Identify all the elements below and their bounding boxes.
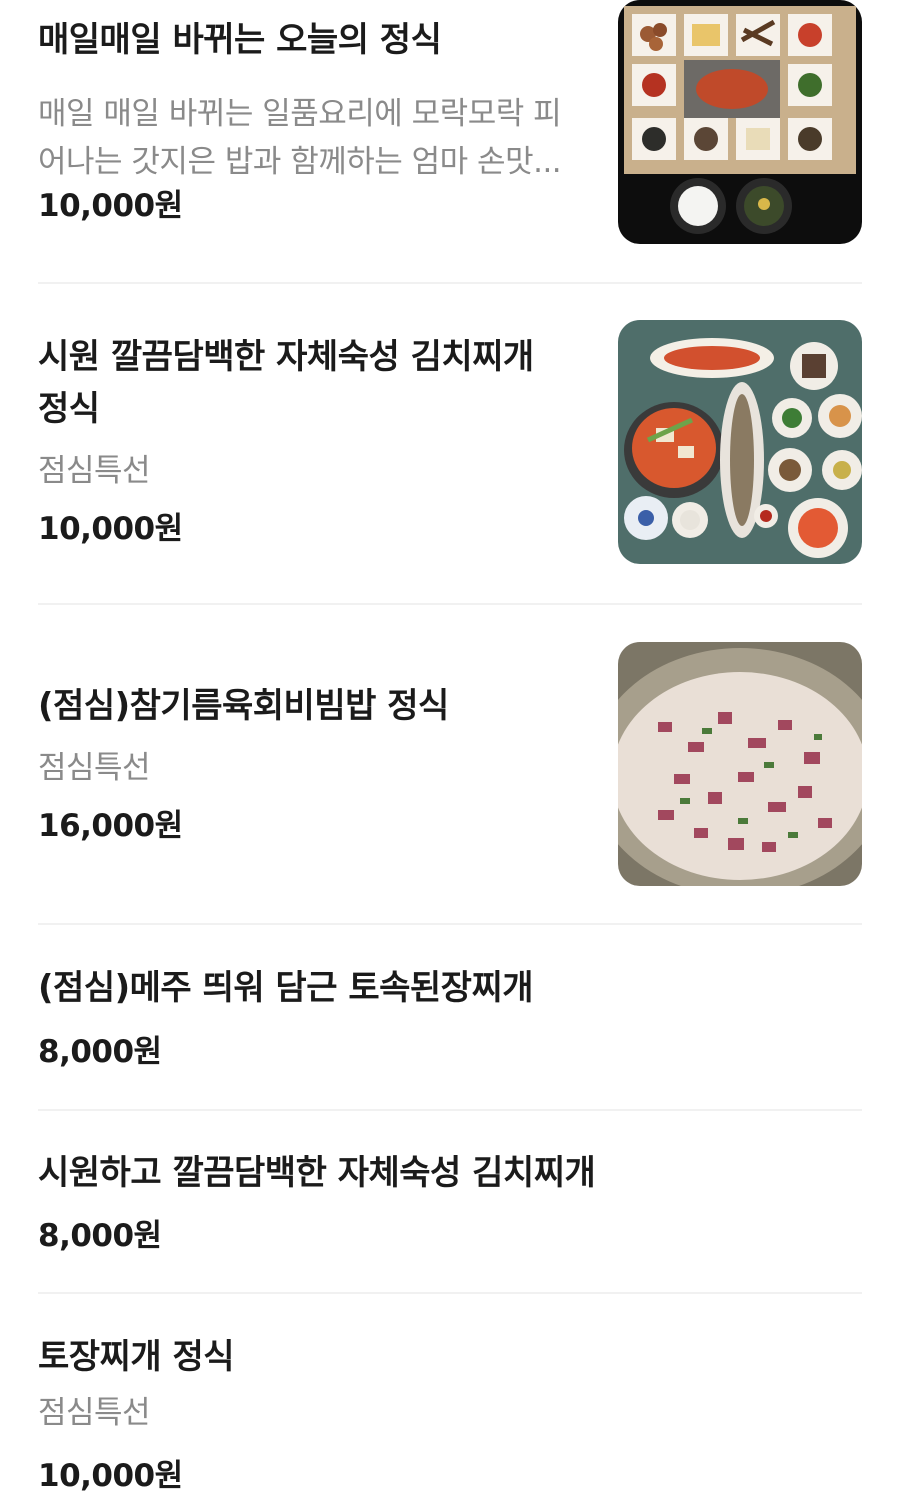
- hansik-table-setting-image: [618, 0, 862, 244]
- menu-item-price: 10,000원: [38, 188, 183, 224]
- menu-item-photo[interactable]: [618, 642, 862, 886]
- menu-item-price: 8,000원: [38, 1034, 162, 1070]
- kimchi-stew-set-image: [618, 320, 862, 564]
- menu-item-name: 시원 깔끔담백한 자체숙성 김치찌개: [38, 337, 534, 377]
- divider: [38, 1292, 862, 1294]
- menu-item-description: 점심특선: [38, 1395, 151, 1431]
- menu-item[interactable]: 시원하고 깔끔담백한 자체숙성 김치찌개: [38, 1147, 862, 1199]
- divider: [38, 1109, 862, 1111]
- yukhoe-bibimbap-image: [618, 642, 862, 886]
- menu-item-price: 8,000원: [38, 1218, 162, 1254]
- menu-item-price: 10,000원: [38, 1458, 183, 1494]
- divider: [38, 603, 862, 605]
- menu-item-description: 점심특선: [38, 750, 151, 786]
- menu-item[interactable]: 시원 깔끔담백한 자체숙성 김치찌개 정식 점심특선: [38, 331, 580, 495]
- divider: [38, 282, 862, 284]
- menu-item-name: 정식: [38, 389, 100, 429]
- menu-item-photo[interactable]: [618, 320, 862, 564]
- menu-list: 매일매일 바뀌는 오늘의 정식 매일 매일 바뀌는 일품요리에 모락모락 피 어…: [0, 0, 900, 1509]
- menu-item-price: 16,000원: [38, 808, 183, 844]
- menu-item-description: 점심특선: [38, 453, 151, 489]
- menu-item-price: 10,000원: [38, 511, 183, 547]
- divider: [38, 923, 862, 925]
- menu-item[interactable]: (점심)참기름육회비빔밥 정식 점심특선: [38, 680, 580, 792]
- menu-item-name: 시원하고 깔끔담백한 자체숙성 김치찌개: [38, 1153, 596, 1193]
- menu-item-name: (점심)메주 띄워 담근 토속된장찌개: [38, 968, 534, 1008]
- menu-item[interactable]: (점심)메주 띄워 담근 토속된장찌개: [38, 962, 862, 1014]
- menu-item[interactable]: 토장찌개 정식 점심특선: [38, 1331, 862, 1437]
- menu-item-name: (점심)참기름육회비빔밥 정식: [38, 686, 449, 726]
- menu-item-name: 토장찌개 정식: [38, 1337, 235, 1377]
- menu-item-photo[interactable]: [618, 0, 862, 244]
